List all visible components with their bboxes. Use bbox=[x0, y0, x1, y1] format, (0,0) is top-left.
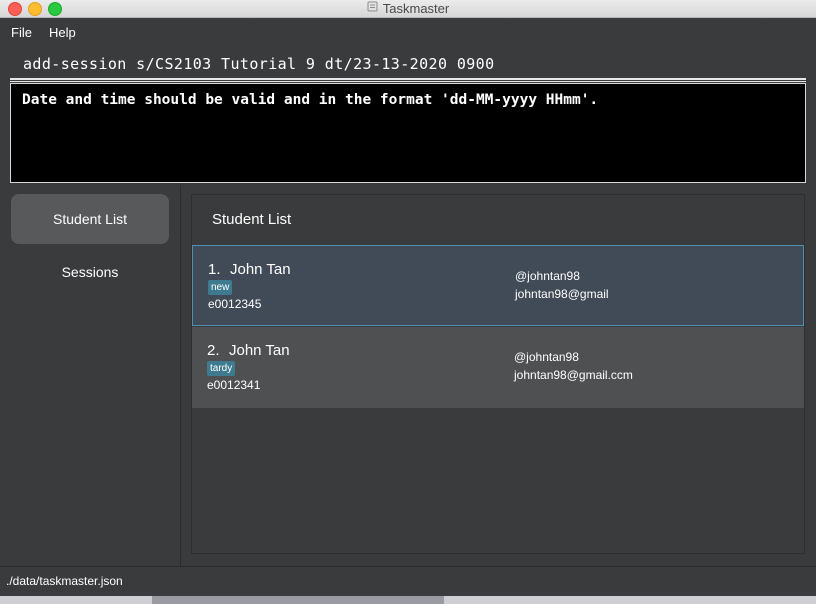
menu-bar: File Help bbox=[0, 18, 816, 46]
student-id: e0012345 bbox=[208, 297, 262, 311]
menu-file[interactable]: File bbox=[11, 25, 32, 40]
student-tag: tardy bbox=[207, 361, 236, 376]
student-tag: new bbox=[208, 280, 233, 295]
app-icon bbox=[367, 0, 378, 18]
student-name: John Tan bbox=[230, 261, 291, 278]
student-list-header: Student List bbox=[212, 211, 292, 228]
sidebar-item-student-list[interactable]: Student List bbox=[11, 194, 169, 244]
sidebar-item-sessions[interactable]: Sessions bbox=[11, 247, 169, 297]
student-index: 2. bbox=[207, 342, 220, 359]
command-box bbox=[10, 50, 806, 80]
command-box-divider bbox=[10, 81, 806, 82]
result-message: Date and time should be valid and in the… bbox=[22, 92, 599, 108]
desktop-dock-edge bbox=[152, 596, 444, 604]
window-title: Taskmaster bbox=[0, 0, 816, 17]
student-card[interactable]: 1. John Tan new e0012345 @johntan98 john… bbox=[192, 245, 804, 326]
student-telegram: @johntan98 bbox=[515, 269, 580, 283]
window-title-text: Taskmaster bbox=[382, 1, 450, 16]
student-id: e0012341 bbox=[207, 378, 261, 392]
sidebar: Student List Sessions bbox=[0, 185, 180, 566]
student-email: johntan98@gmail.ccm bbox=[514, 368, 633, 382]
student-list-panel: Student List 1. John Tan new e0012345 @j… bbox=[191, 194, 805, 554]
student-email: johntan98@gmail bbox=[515, 287, 609, 301]
status-bar: ./data/taskmaster.json bbox=[0, 566, 816, 596]
student-name: John Tan bbox=[229, 342, 290, 359]
student-telegram: @johntan98 bbox=[514, 350, 579, 364]
result-display[interactable]: Date and time should be valid and in the… bbox=[10, 83, 806, 183]
save-location-path: ./data/taskmaster.json bbox=[6, 574, 123, 588]
command-input[interactable] bbox=[10, 50, 806, 78]
sidebar-divider bbox=[180, 185, 181, 566]
student-list[interactable]: 1. John Tan new e0012345 @johntan98 john… bbox=[192, 245, 804, 553]
student-index: 1. bbox=[208, 261, 221, 278]
student-card[interactable]: 2. John Tan tardy e0012341 @johntan98 jo… bbox=[192, 327, 804, 408]
menu-help[interactable]: Help bbox=[49, 25, 76, 40]
window-title-bar: Taskmaster bbox=[0, 0, 816, 18]
